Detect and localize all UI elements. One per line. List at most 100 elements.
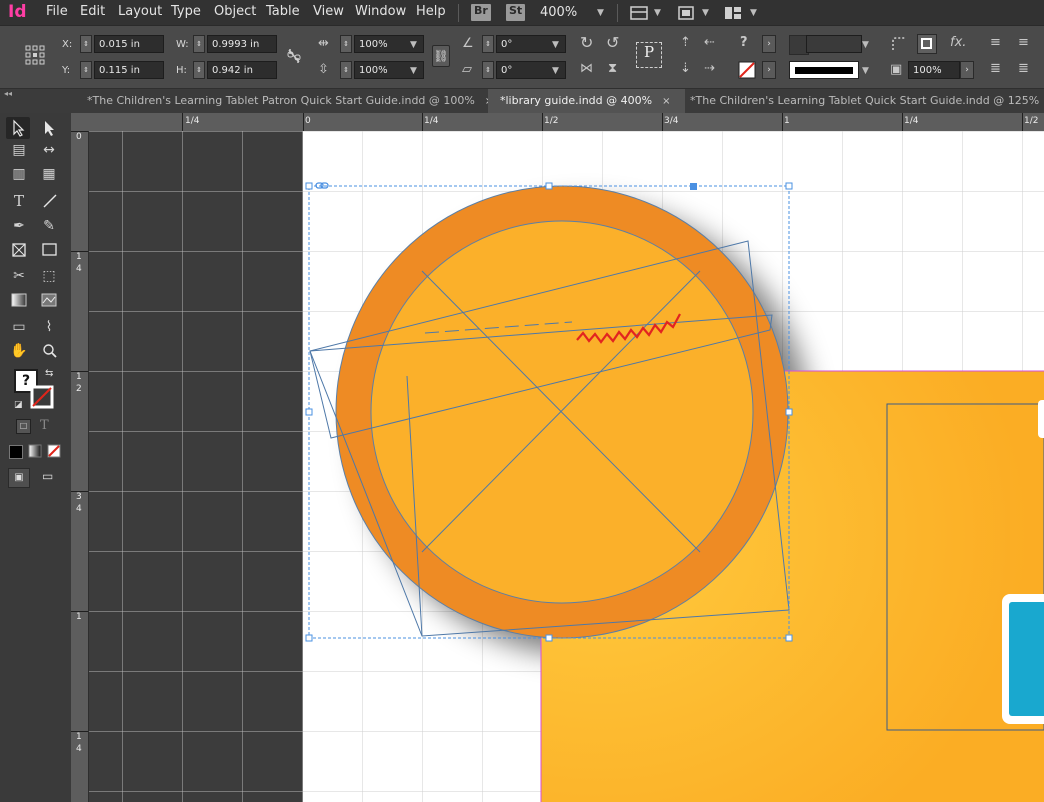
- tab-patron-quick-start[interactable]: *The Children's Learning Tablet Patron Q…: [78, 89, 493, 113]
- gradient-feather-tool-icon[interactable]: [41, 293, 57, 307]
- select-content-icon[interactable]: ⇣: [680, 61, 691, 77]
- scale-y-chevron-down-icon[interactable]: ▼: [410, 66, 417, 76]
- rectangle-frame-tool-icon[interactable]: [11, 242, 27, 258]
- menu-type[interactable]: Type: [171, 4, 201, 19]
- stroke-weight-chevron-down-icon[interactable]: ▼: [862, 40, 869, 50]
- menu-view[interactable]: View: [313, 4, 344, 19]
- formatting-container-icon[interactable]: □: [16, 419, 31, 434]
- shear-chevron-down-icon[interactable]: ▼: [552, 66, 559, 76]
- content-grabber-handle[interactable]: [690, 183, 697, 190]
- rotate-cw-icon[interactable]: ↻: [580, 35, 593, 51]
- eyedropper-tool-icon[interactable]: ⌇: [40, 318, 58, 336]
- page-tool-icon[interactable]: ▤: [10, 141, 28, 159]
- apply-color-icon[interactable]: [9, 445, 23, 459]
- direct-selection-tool-icon[interactable]: [42, 119, 58, 137]
- corner-options-icon[interactable]: [890, 35, 908, 53]
- swap-fill-stroke-icon[interactable]: ⇆: [45, 368, 53, 379]
- scale-x-chevron-down-icon[interactable]: ▼: [410, 40, 417, 50]
- scale-y-stepper[interactable]: ⇕: [340, 61, 352, 79]
- free-transform-tool-icon[interactable]: ⬚: [40, 267, 58, 285]
- stroke-none-icon[interactable]: [738, 61, 756, 79]
- w-field[interactable]: 0.9993 in: [207, 35, 277, 53]
- fill-menu-arrow[interactable]: ›: [762, 35, 776, 53]
- gap-tool-icon[interactable]: ↔: [40, 141, 58, 159]
- stock-button[interactable]: St: [506, 4, 526, 21]
- fill-unknown-icon[interactable]: ?: [740, 35, 748, 51]
- opacity-menu-arrow[interactable]: ›: [960, 61, 974, 79]
- tab-tablet-quick-start[interactable]: *The Children's Learning Tablet Quick St…: [680, 89, 1044, 113]
- pencil-tool-icon[interactable]: ✎: [40, 217, 58, 235]
- line-tool-icon[interactable]: [42, 193, 58, 209]
- zoom-chevron-down-icon[interactable]: ▼: [597, 8, 604, 18]
- container-frame-icon[interactable]: [917, 34, 937, 54]
- h-stepper[interactable]: ⇕: [193, 61, 205, 79]
- content-placer-icon[interactable]: ▦: [40, 165, 58, 183]
- bridge-button[interactable]: Br: [471, 4, 491, 21]
- align-left-icon[interactable]: ≡: [990, 35, 1001, 51]
- scissors-tool-icon[interactable]: ✂: [10, 267, 28, 285]
- rotation-stepper[interactable]: ⇕: [482, 35, 494, 53]
- type-tool-icon[interactable]: T: [10, 192, 28, 210]
- apply-none-icon[interactable]: [47, 444, 61, 458]
- document-canvas[interactable]: [89, 131, 1044, 802]
- menu-object[interactable]: Object: [214, 4, 256, 19]
- tab-close-icon[interactable]: ×: [662, 96, 670, 107]
- link-scale-icon[interactable]: ⛓: [432, 45, 450, 67]
- arrange-documents-icon[interactable]: [723, 4, 743, 22]
- zoom-level[interactable]: 400%: [540, 5, 577, 20]
- y-field[interactable]: 0.115 in: [94, 61, 164, 79]
- opacity-field[interactable]: 100%: [908, 61, 960, 79]
- apply-gradient-icon[interactable]: [28, 444, 42, 458]
- zoom-tool-icon[interactable]: [42, 343, 58, 359]
- x-stepper[interactable]: ⇕: [80, 35, 92, 53]
- constrain-proportions-icon[interactable]: [285, 46, 303, 66]
- distribute-icon[interactable]: ≣: [990, 61, 1001, 77]
- stroke-weight-field[interactable]: [806, 35, 862, 53]
- gradient-swatch-tool-icon[interactable]: [11, 293, 27, 307]
- x-field[interactable]: 0.015 in: [94, 35, 164, 53]
- w-stepper[interactable]: ⇕: [193, 35, 205, 53]
- rotation-chevron-down-icon[interactable]: ▼: [552, 40, 559, 50]
- flip-horizontal-icon[interactable]: ⋈: [580, 61, 593, 77]
- view-options-chevron-down-icon[interactable]: ▼: [654, 8, 661, 18]
- stroke-swatch-none[interactable]: [30, 385, 56, 409]
- orientation-p-icon[interactable]: P: [636, 42, 662, 68]
- flip-vertical-icon[interactable]: ⧗: [608, 61, 617, 77]
- align-center-icon[interactable]: ≡: [1018, 35, 1029, 51]
- arrange-chevron-down-icon[interactable]: ▼: [750, 8, 757, 18]
- hand-tool-icon[interactable]: ✋: [10, 342, 28, 360]
- note-tool-icon[interactable]: ▭: [10, 318, 28, 336]
- effects-fx-icon[interactable]: fx.: [950, 35, 966, 51]
- collapse-panel-icon[interactable]: ◂◂: [4, 89, 12, 98]
- rectangle-tool-icon[interactable]: [41, 242, 59, 258]
- stroke-type-selector[interactable]: [789, 61, 859, 79]
- screen-mode-icon[interactable]: [676, 4, 696, 22]
- tab-library-guide[interactable]: *library guide.indd @ 400% ×: [488, 89, 685, 113]
- select-next-icon[interactable]: ⇢: [704, 61, 715, 77]
- formatting-text-icon[interactable]: T: [40, 418, 49, 433]
- menu-table[interactable]: Table: [266, 4, 300, 19]
- view-options-icon[interactable]: [629, 4, 649, 22]
- artwork-layer[interactable]: [89, 131, 1044, 802]
- h-field[interactable]: 0.942 in: [207, 61, 277, 79]
- rotate-ccw-icon[interactable]: ↺: [606, 35, 619, 51]
- y-stepper[interactable]: ⇕: [80, 61, 92, 79]
- select-previous-icon[interactable]: ⇠: [704, 35, 715, 51]
- shear-stepper[interactable]: ⇕: [482, 61, 494, 79]
- menu-layout[interactable]: Layout: [118, 4, 162, 19]
- scale-x-stepper[interactable]: ⇕: [340, 35, 352, 53]
- menu-window[interactable]: Window: [355, 4, 406, 19]
- screen-mode-chevron-down-icon[interactable]: ▼: [702, 8, 709, 18]
- content-collector-icon[interactable]: ▥: [10, 165, 28, 183]
- screen-mode-icon[interactable]: ▭: [42, 469, 53, 483]
- stroke-menu-arrow[interactable]: ›: [762, 61, 776, 79]
- selection-tool-icon[interactable]: [11, 119, 27, 137]
- default-fill-stroke-icon[interactable]: ◪: [14, 400, 23, 410]
- pen-tool-icon[interactable]: ✒: [10, 217, 28, 235]
- reference-point-icon[interactable]: [24, 44, 46, 66]
- menu-edit[interactable]: Edit: [80, 4, 105, 19]
- stroke-type-chevron-down-icon[interactable]: ▼: [862, 66, 869, 76]
- menu-file[interactable]: File: [46, 4, 68, 19]
- distribute-center-icon[interactable]: ≣: [1018, 61, 1029, 77]
- normal-view-mode-icon[interactable]: ▣: [8, 468, 30, 488]
